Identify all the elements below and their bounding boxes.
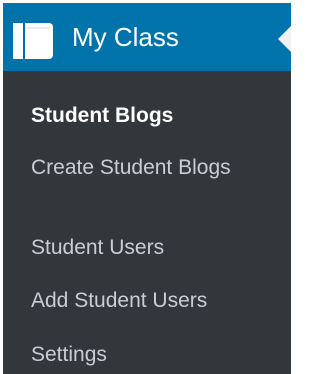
submenu-item-settings[interactable]: Settings [31,339,281,371]
collapse-arrow-icon [278,26,291,52]
submenu-item-add-student-users[interactable]: Add Student Users [31,285,281,317]
submenu-item-student-users[interactable]: Student Users [31,232,281,264]
admin-menu: My Class Student Blogs Create Student Bl… [3,3,291,374]
book-icon [13,23,53,59]
menu-header-my-class[interactable]: My Class [3,3,291,71]
submenu-item-student-blogs[interactable]: Student Blogs [31,100,281,132]
submenu: Student Blogs Create Student Blogs Stude… [3,71,291,374]
submenu-item-create-student-blogs[interactable]: Create Student Blogs [31,152,281,184]
menu-title: My Class [72,22,179,52]
